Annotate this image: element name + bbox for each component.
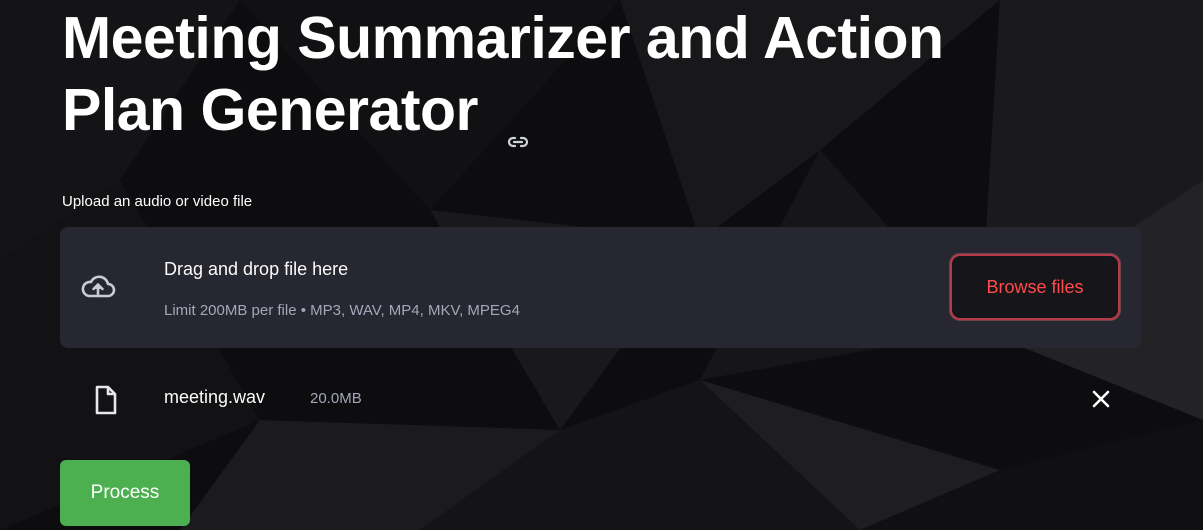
page-title-line2-text: Plan Generator — [62, 77, 478, 143]
page-title-line2: Plan Generator — [62, 74, 530, 148]
page-title: Meeting Summarizer and Action Plan Gener… — [62, 2, 1142, 148]
uploaded-file-row: meeting.wav 20.0MB — [60, 370, 1141, 430]
dropzone-limit-text: Limit 200MB per file • MP3, WAV, MP4, MK… — [164, 302, 520, 319]
uploaded-file-size: 20.0MB — [310, 390, 362, 407]
dropzone-title: Drag and drop file here — [164, 259, 349, 279]
file-icon — [94, 384, 118, 416]
process-button[interactable]: Process — [60, 460, 190, 526]
close-icon[interactable] — [1088, 386, 1114, 412]
cloud-upload-icon — [80, 269, 116, 305]
browse-files-button[interactable]: Browse files — [950, 254, 1120, 320]
uploader-label: Upload an audio or video file — [62, 193, 253, 210]
uploaded-file-name: meeting.wav — [164, 387, 266, 407]
link-icon[interactable] — [506, 98, 530, 148]
file-dropzone[interactable]: Drag and drop file here Limit 200MB per … — [60, 227, 1141, 348]
page-title-line1: Meeting Summarizer and Action — [62, 5, 944, 71]
